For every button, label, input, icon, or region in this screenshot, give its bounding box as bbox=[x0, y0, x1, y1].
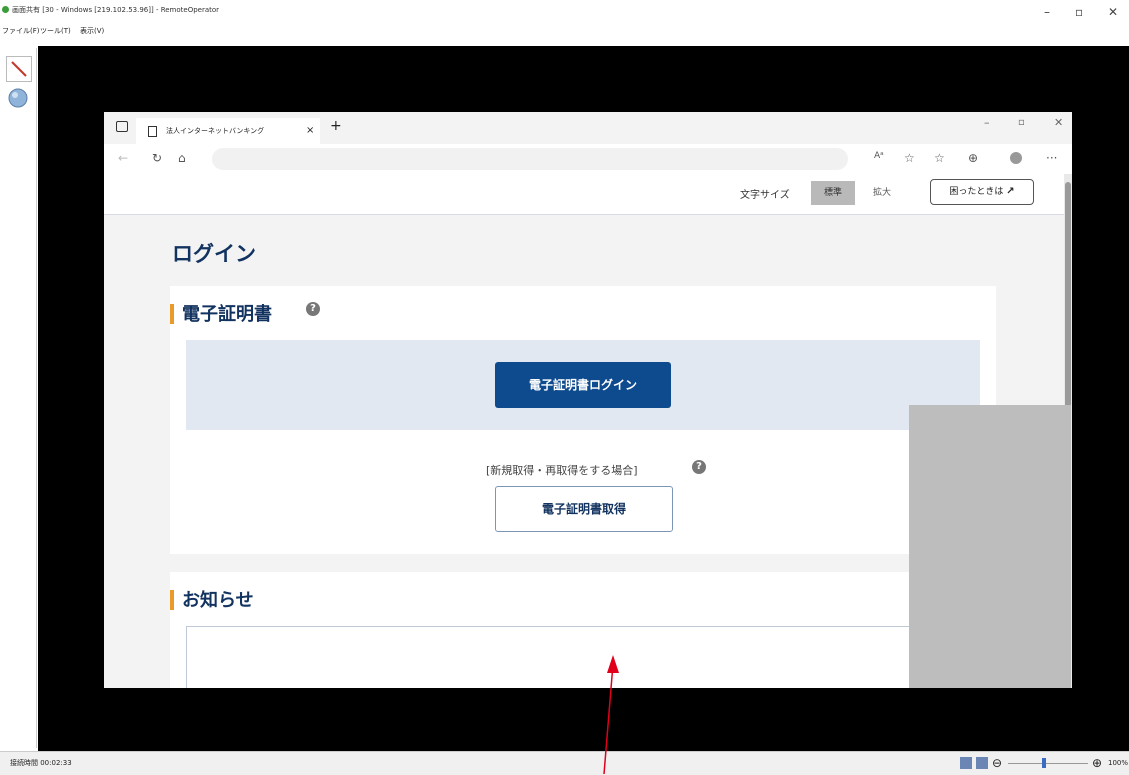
zoom-level: 100% bbox=[1108, 759, 1129, 767]
connection-time: 接続時間 00:02:33 bbox=[10, 759, 72, 767]
favorites-icon[interactable]: ☆ bbox=[934, 151, 945, 165]
font-size-standard-button[interactable]: 標準 bbox=[811, 181, 855, 205]
minimize-icon[interactable]: – bbox=[1044, 2, 1050, 22]
profile-icon[interactable] bbox=[1010, 152, 1022, 164]
maximize-icon[interactable]: ▫ bbox=[1075, 2, 1083, 22]
scroll-thumb[interactable] bbox=[1065, 182, 1071, 412]
collections-icon[interactable]: ⊕ bbox=[968, 151, 978, 165]
cert-new-label: [新規取得・再取得をする場合] bbox=[486, 464, 638, 477]
pen-tool-icon[interactable] bbox=[6, 56, 32, 82]
globe-icon[interactable] bbox=[6, 86, 30, 110]
zoom-slider[interactable] bbox=[1008, 763, 1088, 764]
new-tab-icon[interactable]: + bbox=[330, 118, 342, 134]
browser-tab[interactable]: 法人インターネットバンキング × bbox=[136, 118, 320, 144]
favorite-add-icon[interactable]: ☆ bbox=[904, 151, 915, 165]
font-size-large-button[interactable]: 拡大 bbox=[860, 181, 904, 205]
section-accent-bar bbox=[170, 304, 174, 324]
left-toolbar bbox=[0, 48, 37, 748]
cert-section-title: 電子証明書 bbox=[182, 304, 272, 325]
tab-title: 法人インターネットバンキング bbox=[166, 127, 265, 135]
browser-maximize-icon[interactable]: ▫ bbox=[1018, 117, 1025, 128]
tab-strip: 法人インターネットバンキング × + – ▫ ✕ bbox=[104, 112, 1072, 144]
app-icon bbox=[2, 6, 9, 13]
tab-actions-icon[interactable] bbox=[116, 121, 128, 132]
browser-close-icon[interactable]: ✕ bbox=[1054, 116, 1063, 129]
address-row: ← ↻ ⌂ Aᵃ ☆ ☆ ⊕ ··· bbox=[104, 144, 1072, 174]
external-link-icon: ↗ bbox=[1006, 186, 1015, 197]
browser-minimize-icon[interactable]: – bbox=[984, 116, 990, 129]
page-header: 文字サイズ 標準 拡大 困ったときは ↗ bbox=[104, 174, 1064, 215]
help-button[interactable]: 困ったときは ↗ bbox=[930, 179, 1034, 205]
font-size-label: 文字サイズ bbox=[740, 190, 790, 201]
question-icon[interactable]: ? bbox=[692, 460, 706, 474]
cert-section: 電子証明書 ? 電子証明書ログイン [新規取得・再取得をする場合] ? 電子証明… bbox=[170, 286, 996, 554]
question-icon[interactable]: ? bbox=[306, 302, 320, 316]
cert-login-button[interactable]: 電子証明書ログイン bbox=[495, 362, 671, 408]
refresh-icon[interactable]: ↻ bbox=[152, 151, 162, 165]
section-accent-bar bbox=[170, 590, 174, 610]
zoom-slider-thumb[interactable] bbox=[1042, 758, 1046, 768]
page-title: ログイン bbox=[172, 242, 256, 266]
menu-view[interactable]: 表示(V) bbox=[80, 22, 104, 40]
actual-size-icon[interactable] bbox=[976, 757, 988, 769]
zoom-out-icon[interactable]: ⊖ bbox=[992, 752, 1002, 775]
menu-file[interactable]: ファイル(F) bbox=[2, 22, 40, 40]
redaction-overlay bbox=[909, 405, 1071, 688]
close-icon[interactable]: ✕ bbox=[1108, 2, 1118, 22]
status-bar: 接続時間 00:02:33 ⊖ ⊕ 100% bbox=[0, 751, 1129, 775]
home-icon[interactable]: ⌂ bbox=[178, 151, 186, 165]
help-button-label: 困ったときは bbox=[949, 187, 1004, 197]
cert-login-panel: 電子証明書ログイン bbox=[186, 340, 980, 430]
menu-tools[interactable]: ツール(T) bbox=[40, 22, 71, 40]
news-section: お知らせ bbox=[170, 572, 996, 688]
outer-title-bar: 画面共有 [30 - Windows [219.102.53.96]] - Re… bbox=[0, 0, 1129, 20]
more-menu-icon[interactable]: ··· bbox=[1046, 151, 1057, 165]
fit-screen-icon[interactable] bbox=[960, 757, 972, 769]
outer-window-title: 画面共有 [30 - Windows [219.102.53.96]] - Re… bbox=[12, 6, 220, 14]
read-aloud-icon[interactable]: Aᵃ bbox=[874, 151, 884, 161]
tab-close-icon[interactable]: × bbox=[306, 118, 314, 144]
page-icon bbox=[148, 126, 157, 137]
back-icon[interactable]: ← bbox=[118, 151, 128, 165]
address-bar[interactable] bbox=[212, 148, 848, 170]
news-list-box bbox=[186, 626, 982, 688]
zoom-in-icon[interactable]: ⊕ bbox=[1092, 752, 1102, 775]
cert-get-button[interactable]: 電子証明書取得 bbox=[495, 486, 673, 532]
news-section-title: お知らせ bbox=[182, 590, 254, 611]
